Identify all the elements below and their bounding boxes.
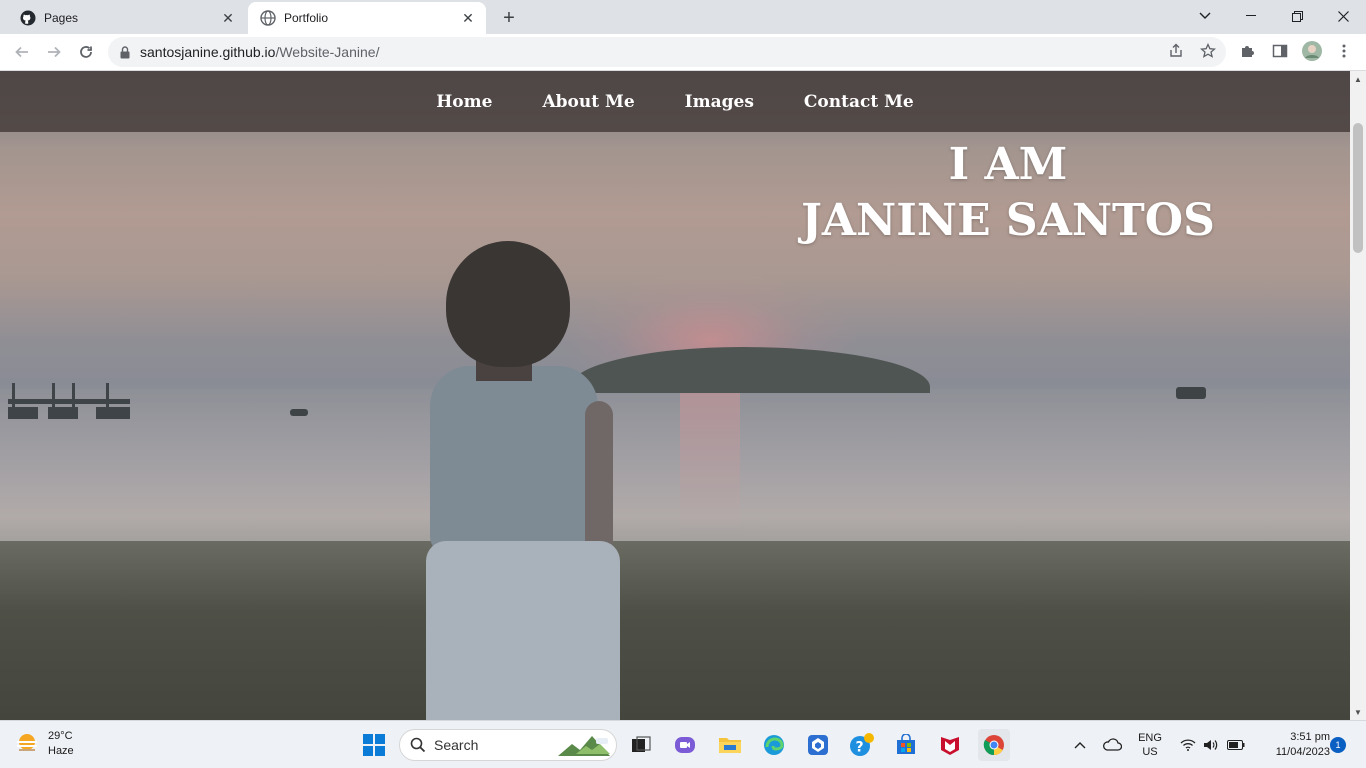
browser-toolbar: santosjanine.github.io/Website-Janine/ [0,34,1366,71]
nav-link-contact-me[interactable]: Contact Me [804,92,914,112]
minimize-button[interactable] [1228,0,1274,32]
page-viewport: Home About Me Images Contact Me I AM JAN… [0,71,1350,720]
teams-chat-icon[interactable] [669,729,701,761]
extensions-puzzle-icon[interactable] [1238,41,1258,61]
battery-icon[interactable] [1225,729,1247,761]
language-region: US [1142,746,1158,758]
share-icon[interactable] [1166,41,1186,61]
tab-pages[interactable]: Pages ✕ [8,2,246,34]
pier-silhouette [8,383,130,419]
close-window-button[interactable] [1320,0,1366,32]
tab-search-chevron-icon[interactable] [1182,0,1228,32]
microsoft-store-icon[interactable] [890,729,922,761]
back-button[interactable] [8,38,36,66]
url-host: santosjanine.github.io [140,44,276,60]
windows-taskbar: 29°C Haze Search ? ENG US 3:51 pm 11/04/… [0,720,1366,768]
site-nav: Home About Me Images Contact Me [0,71,1350,132]
task-view-icon[interactable] [625,729,657,761]
nav-link-about-me[interactable]: About Me [542,92,634,112]
file-explorer-icon[interactable] [714,729,746,761]
weather-temperature: 29°C [48,730,73,742]
boat-silhouette [1176,387,1206,399]
search-label: Search [434,737,479,753]
nav-link-home[interactable]: Home [436,92,492,112]
language-code: ENG [1138,732,1162,744]
scroll-up-arrow-icon[interactable]: ▲ [1350,71,1366,87]
security-app-icon[interactable] [802,729,834,761]
restore-button[interactable] [1274,0,1320,32]
clock-date: 11/04/2023 [1275,746,1330,758]
address-bar[interactable]: santosjanine.github.io/Website-Janine/ [108,37,1226,67]
start-button[interactable] [358,729,390,761]
lock-icon[interactable] [120,45,130,59]
notification-badge[interactable]: 1 [1330,737,1346,753]
scrollbar-thumb[interactable] [1353,123,1363,253]
forward-button[interactable] [40,38,68,66]
get-help-icon[interactable]: ? [846,729,878,761]
forward-arrow-icon [48,46,61,58]
person-silhouette [430,366,598,556]
weather-description: Haze [48,745,74,757]
nav-link-images[interactable]: Images [685,92,754,112]
clock-time: 3:51 pm [1290,731,1330,743]
hero-heading: I AM JANINE SANTOS [760,137,1256,249]
reload-button[interactable] [72,38,100,66]
more-menu-icon[interactable] [1334,41,1354,61]
new-tab-button[interactable]: + [498,7,520,29]
github-icon [20,10,36,26]
url-path: /Website-Janine/ [275,44,380,60]
onedrive-cloud-icon[interactable] [1100,729,1124,761]
volume-icon[interactable] [1201,729,1221,761]
wifi-icon[interactable] [1178,729,1198,761]
system-clock[interactable]: 3:51 pm 11/04/2023 [1252,730,1330,760]
show-hidden-icons-chevron-icon[interactable] [1070,729,1090,761]
input-language-indicator[interactable]: ENG US [1132,729,1168,761]
windows-logo-icon [363,734,385,756]
bookmark-star-icon[interactable] [1198,41,1218,61]
close-tab-icon[interactable]: ✕ [218,8,238,28]
hero-heading-line2: JANINE SANTOS [801,195,1215,246]
haze-sun-icon [17,734,37,751]
scroll-down-arrow-icon[interactable]: ▼ [1350,704,1366,720]
tab-title: Pages [44,11,79,25]
edge-browser-icon[interactable] [758,729,790,761]
globe-icon [260,10,276,26]
side-panel-icon[interactable] [1270,41,1290,61]
profile-avatar[interactable] [1302,41,1322,61]
taskbar-search-box[interactable]: Search [399,729,617,761]
back-arrow-icon [15,46,28,58]
search-highlight-graphic [558,736,610,756]
weather-widget[interactable]: 29°C Haze [14,729,74,759]
hero-heading-line1: I AM [948,139,1068,190]
reload-icon [80,46,92,58]
mcafee-icon[interactable] [934,729,966,761]
search-icon [410,737,426,753]
boat-silhouette [290,409,308,416]
svg-text:?: ? [856,740,864,756]
tab-title: Portfolio [284,11,329,25]
close-tab-icon[interactable]: ✕ [458,8,478,28]
tab-portfolio[interactable]: Portfolio ✕ [248,2,486,34]
browser-tabstrip: Pages ✕ Portfolio ✕ + [0,0,1366,34]
vertical-scrollbar[interactable]: ▲ ▼ [1350,71,1366,720]
chrome-icon[interactable] [978,729,1010,761]
